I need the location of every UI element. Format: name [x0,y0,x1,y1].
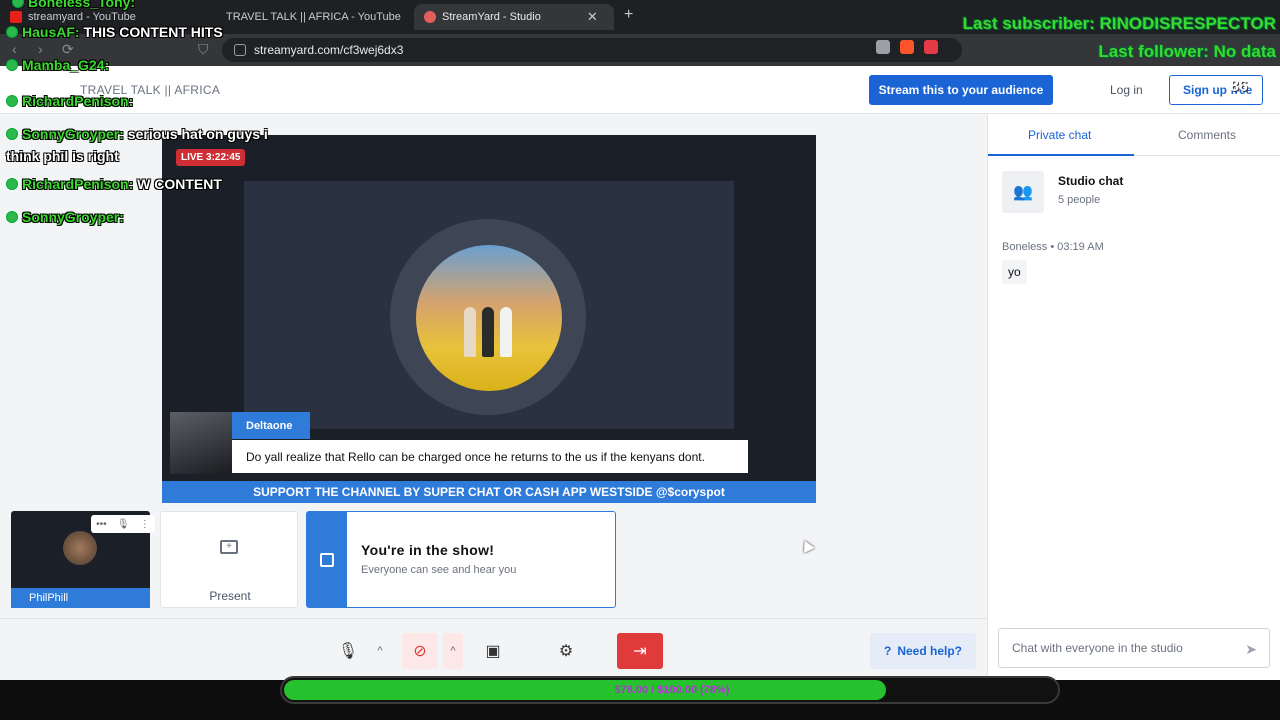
stream-avatar-image [416,245,562,391]
mic-options-chevron-icon[interactable]: ^ [370,633,390,669]
present-label: Present [209,589,251,603]
brave-shield-icon[interactable] [900,40,914,54]
tab-streamyard-youtube[interactable]: streamyard - YouTube [0,4,200,30]
studio-header: TRAVEL TALK || AFRICA Stream this to you… [0,66,1280,114]
in-show-title: You're in the show! [361,542,495,558]
tab-label: streamyard - YouTube [28,11,136,23]
control-bar: 🎙 ^ ⊘ ^ ▣ ⚙ ⇥ ? Need help? [0,618,987,680]
participant-controls[interactable]: ••• 🎙 ⋮ [91,515,155,533]
chat-input-placeholder: Chat with everyone in the studio [1012,641,1183,655]
message-text: yo [1002,260,1027,284]
broadcast-stage: LIVE 3:22:45 Deltaone Do yall realize th… [162,135,816,503]
present-screen-icon: + [220,540,238,554]
need-help-label: Need help? [897,644,963,658]
donation-goal-text: $78.00 / $100.00 (78%) [614,684,730,696]
camera-off-button[interactable]: ⊘ [402,633,438,669]
url-text: streamyard.com/cf3wej6dx3 [254,43,404,57]
live-badge: LIVE 3:22:45 [176,149,246,166]
show-title: TRAVEL TALK || AFRICA [80,83,221,97]
message-meta: Boneless • 03:19 AM [1002,241,1104,253]
mic-button[interactable]: 🎙 [330,633,366,669]
send-icon[interactable]: ➤ [1245,641,1257,658]
address-bar-row: ‹ › ⟳ ⛉ streamyard.com/cf3wej6dx3 [0,34,1280,66]
in-show-subtitle: Everyone can see and hear you [361,564,517,576]
camera-options-chevron-icon[interactable]: ^ [443,633,463,669]
tab-label: TRAVEL TALK || AFRICA - YouTube [226,11,401,23]
youtube-icon [10,11,22,23]
studio-page: TRAVEL TALK || AFRICA Stream this to you… [0,66,1280,680]
rewards-icon[interactable] [924,40,938,54]
ticker-banner: SUPPORT THE CHANNEL BY SUPER CHAT OR CAS… [162,481,816,503]
present-tile[interactable]: + Present [160,511,298,608]
tab-comments[interactable]: Comments [1178,128,1236,142]
forward-icon[interactable]: › [38,41,43,57]
chat-tabs: Private chat Comments [988,114,1280,156]
back-icon[interactable]: ‹ [12,41,17,57]
message-time: 03:19 AM [1057,241,1104,253]
extension-icons [876,40,938,54]
bookmark-icon[interactable]: ⛉ [198,41,209,58]
tab-streamyard-studio[interactable]: StreamYard - Studio ✕ [414,4,614,30]
people-icon: 👥 [1002,171,1044,213]
stream-to-audience-button[interactable]: Stream this to your audience [869,75,1053,105]
share-icon[interactable] [876,40,890,54]
browser-tab-bar: streamyard - YouTube TRAVEL TALK || AFRI… [0,0,1280,34]
share-screen-button[interactable]: ▣ [475,633,511,669]
tab-label: StreamYard - Studio [442,11,541,23]
tab-travel-talk[interactable]: TRAVEL TALK || AFRICA - YouTube [210,4,410,30]
audio-level-icon: ••• [96,518,107,530]
studio-chat-title: Studio chat [1058,174,1124,188]
help-icon: ? [883,644,892,658]
message-author: Boneless [1002,241,1048,253]
more-icon[interactable]: ⋮ [140,519,150,530]
person-badge-icon [320,553,334,567]
participant-tile[interactable]: ••• 🎙 ⋮ PhilPhill [11,511,155,608]
in-show-bar [307,512,347,607]
leave-studio-button[interactable]: ⇥ [617,633,663,669]
site-info-icon[interactable] [234,44,246,56]
studio-chat-count: 5 people [1058,194,1101,206]
settings-gear-icon[interactable]: ⚙ [548,633,584,669]
comment-text: Do yall realize that Rello can be charge… [232,440,748,473]
in-show-tile: You're in the show! Everyone can see and… [306,511,616,608]
donation-goal-bar: $78.00 / $100.00 (78%) [280,676,1060,704]
participant-name: PhilPhill [11,588,150,608]
url-input[interactable]: streamyard.com/cf3wej6dx3 [222,38,962,62]
viewer-count: 86 [1230,78,1248,95]
close-tab-icon[interactable]: ✕ [587,9,598,25]
need-help-button[interactable]: ? Need help? [870,633,976,669]
chat-panel: Private chat Comments 👥 Studio chat 5 pe… [987,114,1280,680]
new-tab-icon[interactable]: + [624,6,633,24]
signup-button[interactable]: Sign up free [1169,75,1263,105]
comment-author: Deltaone [232,412,310,439]
streamyard-icon [424,11,436,23]
active-tab-indicator [988,154,1134,156]
tab-private-chat[interactable]: Private chat [1028,128,1091,142]
participant-avatar [63,531,97,565]
login-link[interactable]: Log in [1110,83,1143,97]
mic-icon[interactable]: 🎙 [117,519,130,530]
reload-icon[interactable]: ⟳ [62,41,74,58]
chat-input[interactable]: Chat with everyone in the studio ➤ [998,628,1270,668]
commenter-avatar [170,412,232,474]
